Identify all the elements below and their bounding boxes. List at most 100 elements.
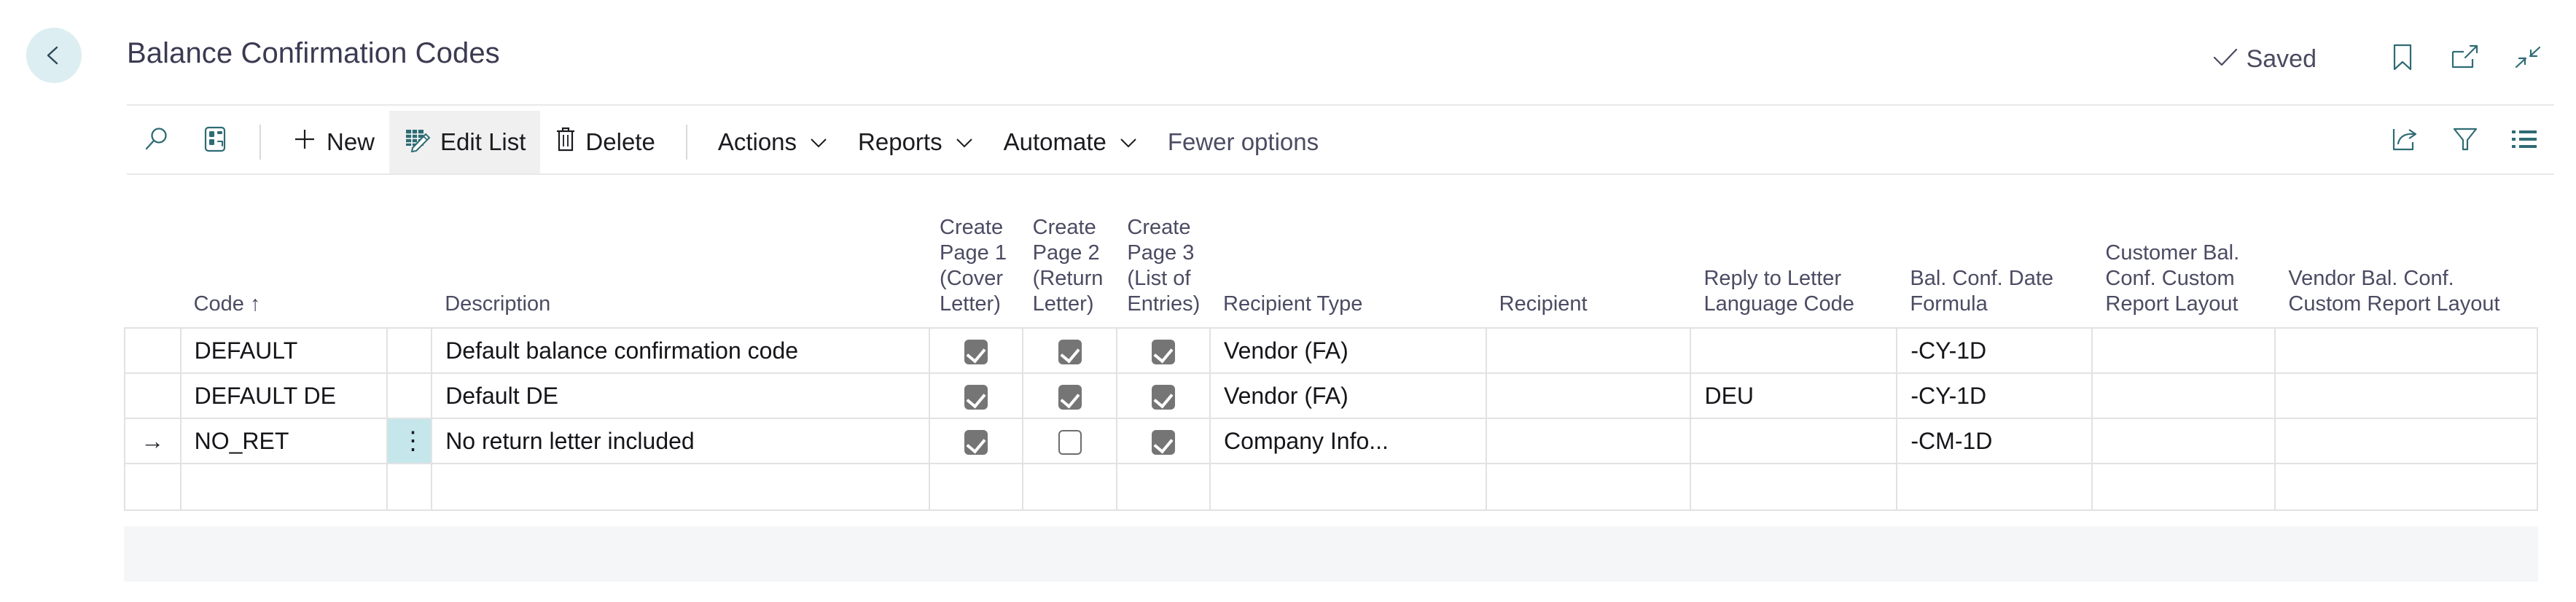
cell-create-page-2[interactable]	[1021, 418, 1118, 464]
reports-menu[interactable]: Reports	[843, 111, 989, 173]
checkbox-checked-icon[interactable]	[1152, 429, 1176, 455]
column-header-recipient-type[interactable]: Recipient Type	[1210, 188, 1486, 328]
chevron-down-icon	[1118, 128, 1139, 156]
cell-vendor-bal-conf-custom-report-layout[interactable]	[2274, 372, 2538, 419]
table-row[interactable]: DEFAULT DE Default DE Vendor (FA) DEU -CY-1D	[124, 372, 2538, 419]
table-row[interactable]: → NO_RET ⋮ No return letter included Company…	[124, 418, 2538, 464]
cell-recipient-type[interactable]	[1209, 463, 1487, 511]
filter-button[interactable]	[2436, 111, 2494, 173]
column-header-bal-conf-date-formula[interactable]: Bal. Conf. Date Formula	[1897, 188, 2092, 328]
checkbox-unchecked-icon[interactable]	[1058, 429, 1082, 455]
edit-list-button-label: Edit List	[440, 128, 526, 155]
cell-customer-bal-conf-custom-report-layout[interactable]	[2091, 463, 2276, 511]
header-divider	[127, 104, 2554, 106]
cell-reply-to-letter-language-code[interactable]	[1690, 463, 1898, 511]
cell-reply-to-letter-language-code[interactable]	[1690, 327, 1898, 374]
column-header-customer-bal-conf-custom-report-layout[interactable]: Customer Bal. Conf. Custom Report Layout	[2092, 188, 2275, 328]
new-button[interactable]: New	[277, 111, 389, 173]
toolbar-divider-2	[685, 125, 687, 160]
cell-bal-conf-date-formula[interactable]: -CY-1D	[1896, 372, 2093, 419]
cell-create-page-3[interactable]	[1116, 327, 1211, 374]
checkbox-checked-icon[interactable]	[964, 429, 988, 455]
grid-footer-band	[124, 526, 2538, 582]
open-in-new-window-button[interactable]	[2439, 36, 2491, 82]
column-header-create-page-3[interactable]: Create Page 3 (List of Entries)	[1117, 188, 1210, 328]
cell-recipient[interactable]	[1485, 327, 1692, 374]
open-record-card-button[interactable]	[187, 111, 243, 173]
table-body: DEFAULT Default balance confirmation code…	[124, 327, 2538, 511]
cell-customer-bal-conf-custom-report-layout[interactable]	[2091, 327, 2276, 374]
checkbox-checked-icon[interactable]	[1152, 339, 1176, 364]
cell-create-page-3[interactable]	[1116, 372, 1211, 419]
checkbox-checked-icon[interactable]	[1058, 339, 1082, 364]
edit-list-button[interactable]: Edit List	[389, 111, 541, 173]
column-header-create-page-2[interactable]: Create Page 2 (Return Letter)	[1023, 188, 1117, 328]
cell-reply-to-letter-language-code[interactable]: DEU	[1690, 372, 1898, 419]
column-header-vendor-bal-conf-custom-report-layout[interactable]: Vendor Bal. Conf. Custom Report Layout	[2275, 188, 2537, 328]
cell-recipient[interactable]	[1485, 372, 1692, 419]
back-button[interactable]	[26, 28, 82, 83]
column-header-create-page-1[interactable]: Create Page 1 (Cover Letter)	[929, 188, 1023, 328]
cell-description[interactable]: Default balance confirmation code	[431, 327, 931, 374]
cell-reply-to-letter-language-code[interactable]	[1690, 418, 1898, 464]
cell-customer-bal-conf-custom-report-layout[interactable]	[2091, 418, 2276, 464]
column-header-reply-to-letter-language-code[interactable]: Reply to Letter Language Code	[1690, 188, 1897, 328]
cell-code[interactable]: DEFAULT	[179, 327, 388, 374]
cell-code[interactable]: NO_RET	[179, 418, 388, 464]
save-status-label: Saved	[2246, 44, 2317, 73]
fewer-options-button[interactable]: Fewer options	[1153, 111, 1333, 173]
cell-create-page-3[interactable]	[1116, 418, 1211, 464]
delete-button[interactable]: Delete	[540, 111, 669, 173]
cell-recipient[interactable]	[1485, 418, 1692, 464]
row-menu-button[interactable]	[386, 327, 433, 374]
automate-menu-label: Automate	[1003, 128, 1106, 155]
cell-recipient[interactable]	[1485, 463, 1692, 511]
action-toolbar: New Edit List Delete Actions Reports Aut…	[127, 111, 2554, 173]
cell-description[interactable]: Default DE	[431, 372, 931, 419]
cell-description[interactable]	[431, 463, 931, 511]
column-header-description[interactable]: Description	[432, 188, 929, 328]
cell-customer-bal-conf-custom-report-layout[interactable]	[2091, 372, 2276, 419]
cell-create-page-2[interactable]	[1021, 372, 1118, 419]
cell-bal-conf-date-formula[interactable]: -CY-1D	[1896, 327, 2093, 374]
cell-description[interactable]: No return letter included	[431, 418, 931, 464]
row-menu-button[interactable]	[386, 372, 433, 419]
records-grid: Code ↑ Description Create Page 1 (Cover …	[124, 188, 2538, 511]
checkbox-checked-icon[interactable]	[964, 384, 988, 410]
bookmark-button[interactable]	[2376, 36, 2429, 82]
cell-code[interactable]	[179, 463, 388, 511]
search-button[interactable]	[127, 111, 187, 173]
column-header-recipient[interactable]: Recipient	[1486, 188, 1691, 328]
search-icon	[143, 125, 171, 159]
cell-recipient-type[interactable]: Company Info...	[1209, 418, 1487, 464]
cell-code[interactable]: DEFAULT DE	[179, 372, 388, 419]
cell-vendor-bal-conf-custom-report-layout[interactable]	[2274, 463, 2538, 511]
table-row[interactable]	[124, 463, 2538, 511]
row-menu-button[interactable]: ⋮	[386, 418, 433, 464]
cell-bal-conf-date-formula[interactable]	[1896, 463, 2093, 511]
more-options-vertical-dots-icon[interactable]: ⋮	[401, 427, 426, 455]
actions-menu[interactable]: Actions	[703, 111, 843, 173]
cell-create-page-1[interactable]	[929, 327, 1023, 374]
checkbox-checked-icon[interactable]	[1152, 384, 1176, 410]
cell-recipient-type[interactable]: Vendor (FA)	[1209, 372, 1487, 419]
column-header-row-menu	[387, 188, 432, 328]
automate-menu[interactable]: Automate	[989, 111, 1153, 173]
cell-create-page-2[interactable]	[1021, 327, 1118, 374]
collapse-button[interactable]	[2502, 36, 2554, 82]
cell-recipient-type[interactable]: Vendor (FA)	[1209, 327, 1487, 374]
save-status: Saved	[2213, 45, 2317, 74]
cell-create-page-2	[1021, 463, 1118, 511]
table-row[interactable]: DEFAULT Default balance confirmation code…	[124, 327, 2538, 374]
cell-vendor-bal-conf-custom-report-layout[interactable]	[2274, 418, 2538, 464]
cell-vendor-bal-conf-custom-report-layout[interactable]	[2274, 327, 2538, 374]
column-header-code[interactable]: Code ↑	[181, 188, 387, 328]
row-menu-button[interactable]	[386, 463, 433, 511]
checkbox-checked-icon[interactable]	[964, 339, 988, 364]
share-button[interactable]	[2375, 111, 2436, 173]
cell-bal-conf-date-formula[interactable]: -CM-1D	[1896, 418, 2093, 464]
checkbox-checked-icon[interactable]	[1058, 384, 1082, 410]
view-options-button[interactable]	[2494, 111, 2554, 173]
cell-create-page-1[interactable]	[929, 418, 1023, 464]
cell-create-page-1[interactable]	[929, 372, 1023, 419]
